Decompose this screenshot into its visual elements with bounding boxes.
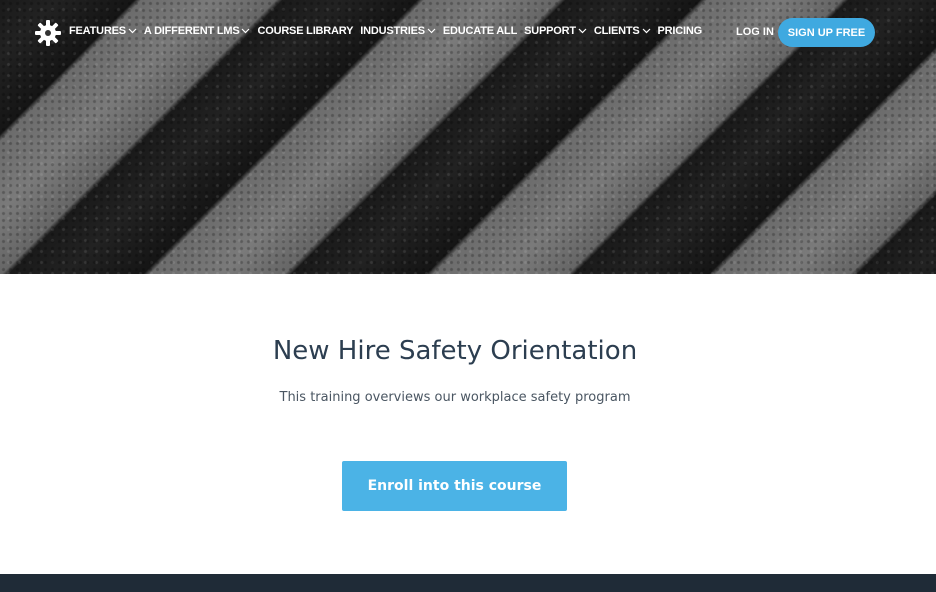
enroll-button[interactable]: Enroll into this course <box>342 461 567 511</box>
nav-item-pricing[interactable]: PRICING <box>657 25 703 37</box>
chevron-down-icon <box>242 28 250 34</box>
footer-bar <box>0 574 936 592</box>
top-navigation: FEATURES A DIFFERENT LMS COURSE LIBRARY IND… <box>0 0 936 64</box>
chevron-down-icon <box>642 28 650 34</box>
nav-menu: FEATURES A DIFFERENT LMS COURSE LIBRARY IND… <box>69 25 709 37</box>
nav-item-features[interactable]: FEATURES <box>69 25 137 37</box>
nav-item-industries[interactable]: INDUSTRIES <box>360 25 436 37</box>
nav-item-label: A DIFFERENT LMS <box>143 25 240 37</box>
nav-item-label: PRICING <box>657 25 703 37</box>
nav-item-support[interactable]: SUPPORT <box>524 25 587 37</box>
course-description: This training overviews our workplace sa… <box>279 390 631 405</box>
chevron-down-icon <box>427 28 436 34</box>
nav-item-clients[interactable]: CLIENTS <box>594 25 651 37</box>
signup-button[interactable]: SIGN UP FREE <box>778 18 875 47</box>
course-title: New Hire Safety Orientation <box>272 336 638 366</box>
chevron-down-icon <box>128 28 137 34</box>
logo-icon[interactable] <box>34 19 62 47</box>
nav-item-course-library[interactable]: COURSE LIBRARY <box>257 25 353 37</box>
nav-item-label: SUPPORT <box>524 25 576 37</box>
nav-item-label: EDUCATE ALL <box>442 25 518 37</box>
nav-item-a-different-lms[interactable]: A DIFFERENT LMS <box>144 25 251 37</box>
login-link[interactable]: LOG IN <box>736 26 774 38</box>
nav-item-educate-all[interactable]: EDUCATE ALL <box>443 25 517 37</box>
course-content: New Hire Safety Orientation This trainin… <box>0 274 936 574</box>
nav-item-label: INDUSTRIES <box>360 25 425 37</box>
nav-item-label: FEATURES <box>69 25 126 37</box>
chevron-down-icon <box>578 28 587 34</box>
nav-item-label: COURSE LIBRARY <box>257 25 354 37</box>
nav-item-label: CLIENTS <box>593 25 640 37</box>
